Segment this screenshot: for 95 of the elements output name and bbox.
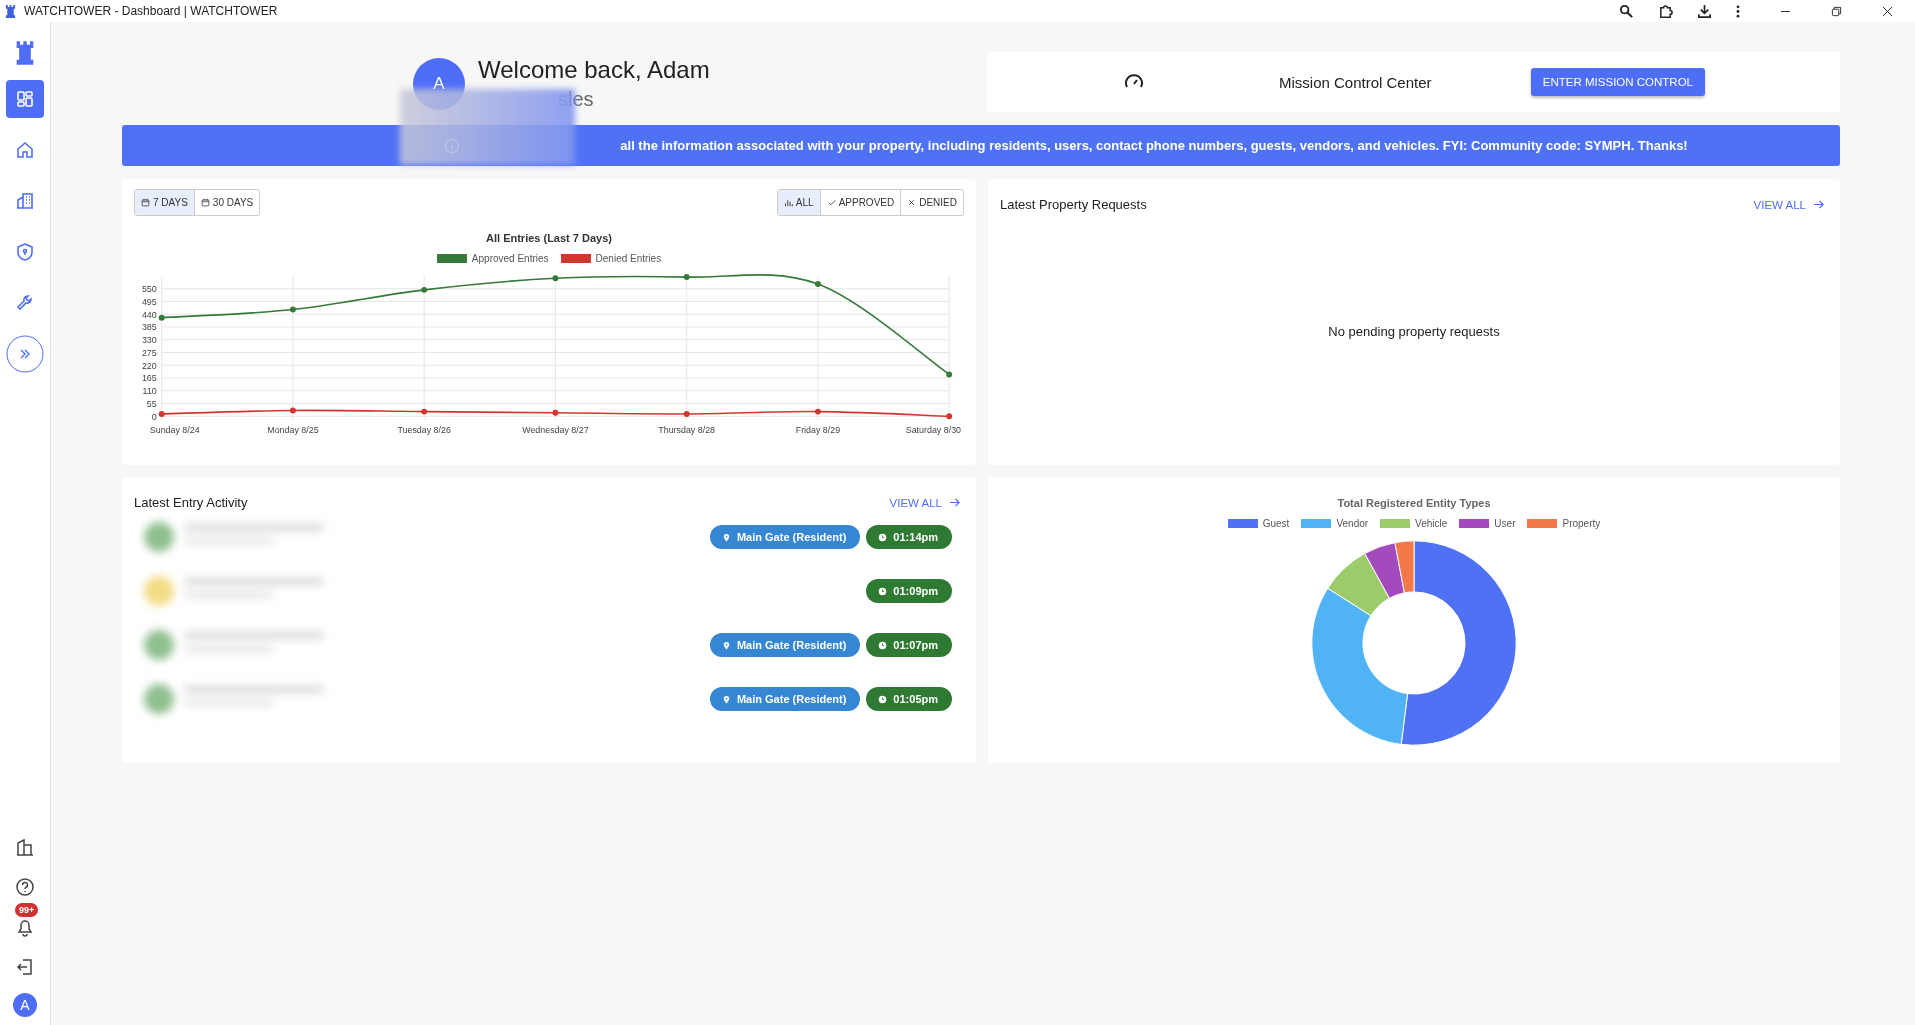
x-tick-label: Thursday 8/28 bbox=[658, 425, 716, 436]
pin-icon bbox=[721, 640, 731, 650]
view-all-link[interactable]: VIEW ALL bbox=[889, 496, 960, 509]
x-tick-label: Monday 8/25 bbox=[267, 425, 319, 436]
user-avatar[interactable]: A bbox=[13, 993, 37, 1017]
notification-badge: 99+ bbox=[15, 903, 39, 917]
y-tick-label: 165 bbox=[141, 373, 157, 384]
time-badge: 01:05pm bbox=[866, 687, 952, 711]
data-point bbox=[946, 413, 953, 420]
close-icon bbox=[907, 198, 917, 207]
data-point bbox=[814, 408, 821, 415]
restore-icon[interactable] bbox=[1831, 5, 1842, 17]
dashboard-icon bbox=[15, 89, 35, 109]
legend-label: Denied Entries bbox=[595, 253, 662, 264]
arrow-right-icon bbox=[1813, 199, 1824, 210]
time-badge: 01:07pm bbox=[866, 633, 952, 657]
range-tab[interactable]: 7 DAYS bbox=[135, 190, 195, 215]
calendar-icon bbox=[141, 198, 150, 207]
y-tick-label: 55 bbox=[146, 398, 157, 409]
card-title: Latest Property Requests bbox=[1000, 197, 1147, 212]
tower-logo-icon bbox=[5, 4, 16, 18]
location-badge: Main Gate (Resident) bbox=[709, 687, 861, 711]
x-tick-label: Friday 8/29 bbox=[795, 425, 841, 436]
data-point bbox=[289, 306, 296, 313]
expand-icon[interactable] bbox=[6, 335, 44, 373]
data-point bbox=[946, 371, 953, 378]
buildings-icon[interactable] bbox=[15, 837, 35, 857]
y-tick-label: 0 bbox=[151, 411, 157, 422]
empty-message: No pending property requests bbox=[1328, 324, 1500, 339]
y-tick-label: 495 bbox=[141, 296, 157, 307]
card-title: Latest Entry Activity bbox=[134, 495, 248, 510]
chart-title: All Entries (Last 7 Days) bbox=[485, 232, 613, 244]
wrench-icon bbox=[15, 293, 35, 313]
legend-label: Approved Entries bbox=[471, 253, 549, 264]
mission-title: Mission Control Center bbox=[1279, 73, 1432, 91]
legend-label: Property bbox=[1562, 518, 1601, 529]
chart-title: Total Registered Entity Types bbox=[1336, 497, 1492, 509]
clock-icon bbox=[878, 586, 888, 596]
banner-text: all the information associated with your property, including residents, users, contact phone numbers, guests, vendors, and vehicles. FYI: Community code: SYMPH. Thanks! bbox=[620, 138, 1688, 153]
y-tick-label: 550 bbox=[141, 284, 157, 295]
bar-chart-icon bbox=[783, 198, 793, 207]
arrow-right-icon bbox=[949, 497, 960, 508]
data-point bbox=[683, 274, 690, 281]
x-tick-label: Sunday 8/24 bbox=[149, 425, 200, 436]
clock-icon bbox=[878, 640, 888, 650]
shield-icon bbox=[15, 242, 35, 262]
all-filter-tab[interactable]: ALL bbox=[777, 190, 821, 215]
more-icon[interactable] bbox=[1736, 3, 1740, 19]
data-point bbox=[552, 409, 559, 416]
clock-icon bbox=[878, 532, 888, 542]
tower-logo-icon[interactable] bbox=[15, 40, 35, 66]
enter-mission-control-button[interactable]: ENTER MISSION CONTROL bbox=[1530, 68, 1705, 96]
location-badge: Main Gate (Resident) bbox=[709, 525, 861, 549]
check-icon bbox=[826, 198, 836, 207]
logout-icon[interactable] bbox=[15, 957, 35, 977]
time-badge: 01:14pm bbox=[866, 525, 952, 549]
home-icon bbox=[15, 140, 35, 160]
data-point bbox=[814, 281, 821, 287]
y-tick-label: 110 bbox=[142, 386, 157, 397]
y-tick-label: 275 bbox=[141, 347, 157, 358]
x-tick-label: Wednesday 8/27 bbox=[522, 425, 589, 436]
zoom-icon[interactable] bbox=[1619, 3, 1634, 19]
dashboard-nav-item[interactable] bbox=[6, 80, 44, 118]
x-tick-label: Saturday 8/30 bbox=[905, 425, 962, 436]
legend-label: Vehicle bbox=[1415, 518, 1448, 529]
extensions-icon[interactable] bbox=[1658, 3, 1673, 19]
window-title: WATCHTOWER - Dashboard | WATCHTOWER bbox=[24, 4, 278, 18]
data-point bbox=[421, 408, 428, 415]
y-tick-label: 440 bbox=[141, 309, 157, 320]
calendar-icon bbox=[200, 198, 210, 207]
building-icon bbox=[15, 191, 35, 211]
legend-label: User bbox=[1494, 518, 1516, 529]
download-icon[interactable] bbox=[1697, 3, 1712, 19]
legend-label: Guest bbox=[1262, 518, 1290, 529]
data-point bbox=[683, 410, 690, 417]
location-badge: Main Gate (Resident) bbox=[709, 633, 861, 657]
help-icon[interactable] bbox=[15, 877, 35, 897]
y-tick-label: 330 bbox=[141, 335, 157, 346]
close-icon[interactable] bbox=[1882, 5, 1893, 17]
view-all-link[interactable]: VIEW ALL bbox=[1753, 198, 1824, 211]
data-point bbox=[158, 314, 165, 321]
x-tick-label: Tuesday 8/26 bbox=[397, 425, 451, 436]
data-point bbox=[158, 410, 165, 417]
y-tick-label: 385 bbox=[141, 322, 157, 333]
data-point bbox=[289, 407, 296, 414]
legend-label: Vendor bbox=[1336, 518, 1369, 529]
welcome-heading: Welcome back, Adam bbox=[478, 56, 710, 84]
y-tick-label: 220 bbox=[141, 360, 157, 371]
clock-icon bbox=[878, 694, 888, 704]
time-badge: 01:09pm bbox=[866, 579, 952, 603]
pin-icon bbox=[721, 532, 731, 542]
data-point bbox=[421, 286, 428, 293]
pin-icon bbox=[721, 694, 731, 704]
data-point bbox=[552, 275, 559, 282]
bell-icon[interactable] bbox=[15, 917, 35, 937]
